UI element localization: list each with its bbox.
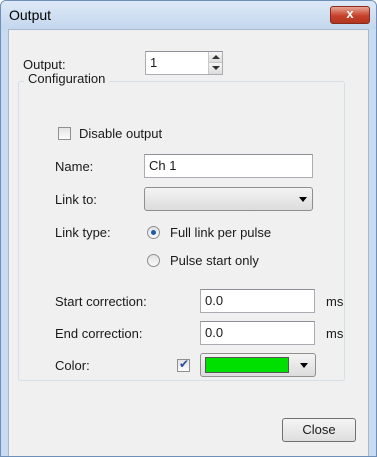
configuration-group-title: Configuration <box>24 71 110 86</box>
window-title: Output <box>9 7 52 23</box>
close-icon: x <box>346 6 354 21</box>
color-enable-checkbox[interactable]: ✔ <box>177 357 190 372</box>
start-correction-input[interactable]: 0.0 <box>200 289 315 313</box>
name-label: Name: <box>55 159 94 174</box>
start-correction-unit: ms <box>326 294 344 309</box>
spin-up-icon <box>212 55 220 59</box>
link-to-dropdown[interactable] <box>144 187 313 211</box>
end-correction-unit: ms <box>326 326 344 341</box>
end-correction-value: 0.0 <box>205 325 224 340</box>
output-label: Output: <box>23 57 66 72</box>
checkmark-icon: ✔ <box>179 357 190 371</box>
color-label: Color: <box>55 358 90 373</box>
pulse-start-only-radio[interactable] <box>147 254 160 267</box>
end-correction-label: End correction: <box>55 326 143 341</box>
name-input[interactable]: Ch 1 <box>144 154 313 178</box>
full-link-per-pulse-label[interactable]: Full link per pulse <box>170 225 271 240</box>
start-correction-value: 0.0 <box>205 293 224 308</box>
start-correction-label: Start correction: <box>55 294 147 309</box>
spin-down-button[interactable] <box>208 63 222 74</box>
full-link-per-pulse-radio[interactable] <box>147 226 160 239</box>
disable-output-checkbox[interactable] <box>58 127 71 140</box>
spin-down-icon <box>212 66 220 70</box>
title-bar: Output x <box>1 1 376 29</box>
radio-selected-dot <box>151 230 156 235</box>
output-dialog: Output x Output: 1 Configuration Disable… <box>0 0 377 457</box>
window-close-button[interactable]: x <box>330 6 370 24</box>
color-picker-dropdown[interactable] <box>200 353 316 377</box>
link-type-label: Link type: <box>55 225 111 240</box>
end-correction-input[interactable]: 0.0 <box>200 321 315 345</box>
link-to-label: Link to: <box>55 192 97 207</box>
output-value: 1 <box>150 55 158 70</box>
spin-up-button[interactable] <box>208 52 222 63</box>
name-value: Ch 1 <box>149 158 177 173</box>
pulse-start-only-label[interactable]: Pulse start only <box>170 253 259 268</box>
close-button[interactable]: Close <box>282 418 356 442</box>
disable-output-label[interactable]: Disable output <box>79 126 162 141</box>
chevron-down-icon <box>299 197 307 202</box>
color-swatch <box>205 357 289 373</box>
chevron-down-icon <box>300 363 308 368</box>
